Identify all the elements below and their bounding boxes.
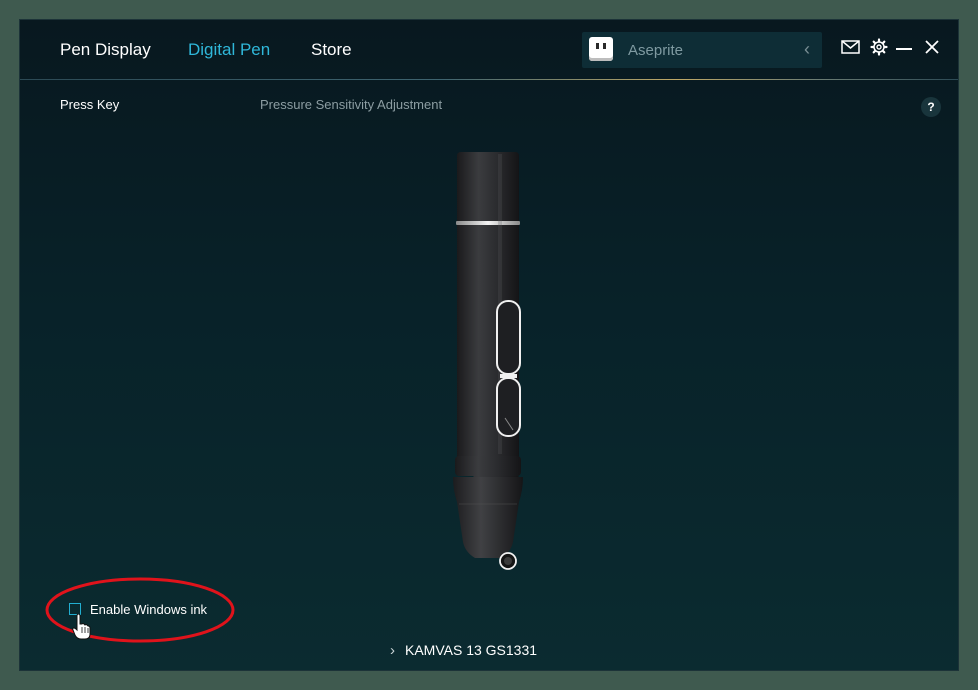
mail-icon[interactable] <box>841 39 861 55</box>
tab-digital-pen[interactable]: Digital Pen <box>188 40 270 60</box>
header-divider <box>20 79 958 80</box>
tab-press-key[interactable]: Press Key <box>60 97 119 112</box>
app-selector-value: Aseprite <box>628 42 684 59</box>
pen-side-buttons <box>496 300 521 437</box>
app-window: Pen Display Digital Pen Store Aseprite ‹ <box>20 20 958 670</box>
tab-pen-display[interactable]: Pen Display <box>60 40 151 60</box>
close-icon[interactable] <box>924 39 940 55</box>
chevron-right-icon[interactable]: › <box>390 642 395 659</box>
tab-store[interactable]: Store <box>311 40 352 60</box>
digital-pen-illustration <box>453 152 523 570</box>
tab-pressure-sensitivity[interactable]: Pressure Sensitivity Adjustment <box>260 97 442 112</box>
device-selector[interactable]: › KAMVAS 13 GS1331 <box>390 642 537 659</box>
help-button[interactable]: ? <box>921 97 941 117</box>
chevron-left-icon[interactable]: ‹ <box>804 39 810 60</box>
gear-icon[interactable] <box>870 38 888 56</box>
top-navigation-bar: Pen Display Digital Pen Store Aseprite ‹ <box>20 20 958 80</box>
aseprite-app-icon <box>589 37 613 61</box>
pen-tip <box>453 477 523 558</box>
device-name: KAMVAS 13 GS1331 <box>405 642 538 658</box>
minimize-icon[interactable] <box>896 48 912 50</box>
app-selector[interactable]: Aseprite ‹ <box>582 32 822 68</box>
hand-pointer-icon <box>72 614 91 640</box>
